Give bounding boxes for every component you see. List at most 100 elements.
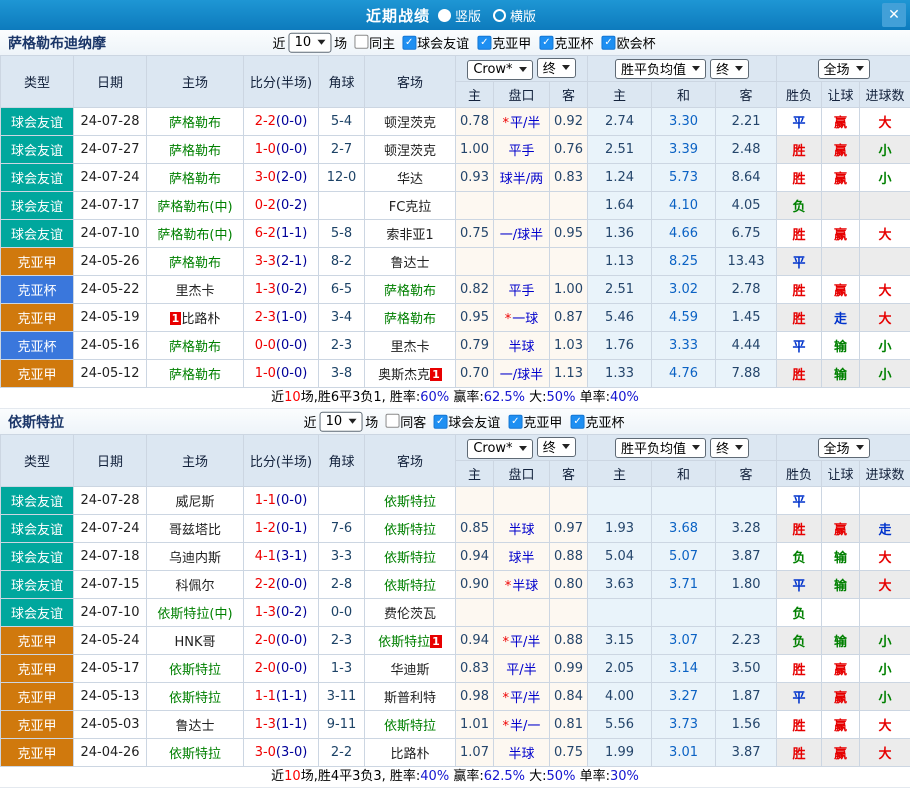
checkbox-label[interactable]: 克亚杯	[586, 412, 625, 431]
result-goals: 小	[860, 136, 910, 164]
corner-score: 0-0	[319, 599, 365, 627]
checkbox-label[interactable]: 欧会杯	[617, 33, 656, 52]
league-filter-checkbox[interactable]: ✓	[433, 415, 447, 429]
mean-final-select[interactable]: 终	[710, 438, 749, 458]
team-name-text: 依斯特拉	[169, 663, 221, 678]
home-team: 乌迪内斯	[147, 543, 244, 571]
match-type-badge: 克亚甲	[1, 304, 74, 332]
summary-bar: 近10场,胜6平3负1, 胜率:60% 赢率:62.5% 大:50% 单率:40…	[0, 388, 910, 409]
league-filter-checkbox[interactable]: ✓	[477, 36, 491, 50]
team-name-text: 斯普利特	[384, 691, 436, 706]
away-team: 华迪斯	[365, 655, 456, 683]
mean-odds-select[interactable]: 胜平负均值	[615, 438, 706, 458]
sub-header: 和	[652, 461, 716, 487]
match-type-badge: 球会友谊	[1, 136, 74, 164]
result-goals	[860, 599, 910, 627]
full-time-score: 0-0	[255, 338, 276, 353]
radio-horizontal-label[interactable]: 横版	[510, 6, 536, 25]
bookmaker-select[interactable]: Crow*	[467, 439, 532, 459]
close-icon[interactable]: ✕	[882, 3, 906, 27]
radio-vertical-label[interactable]: 竖版	[455, 6, 481, 25]
checkbox-label[interactable]: 克亚甲	[492, 33, 531, 52]
radio-horizontal-layout[interactable]	[493, 9, 506, 22]
period-select[interactable]: 全场	[818, 438, 870, 458]
handicap-line: *半球	[494, 571, 550, 599]
result-handicap: 输	[822, 571, 860, 599]
mean-home: 5.46	[588, 304, 652, 332]
match-date: 24-05-17	[74, 655, 147, 683]
full-time-score: 4-1	[255, 549, 276, 564]
match-type-badge: 克亚甲	[1, 627, 74, 655]
col-header-type: 类型	[1, 56, 74, 108]
team-name-text: 萨格勒布	[169, 172, 221, 187]
chevron-down-icon	[519, 446, 527, 451]
mean-odds-select[interactable]: 胜平负均值	[615, 59, 706, 79]
result-handicap: 走	[822, 304, 860, 332]
chevron-down-icon	[856, 66, 864, 71]
mean-away: 7.88	[716, 360, 777, 388]
mean-away: 2.48	[716, 136, 777, 164]
mean-away: 6.75	[716, 220, 777, 248]
mean-draw: 5.73	[652, 164, 716, 192]
league-filter-checkbox[interactable]: ✓	[539, 36, 553, 50]
match-date: 24-07-18	[74, 543, 147, 571]
odds-away	[550, 599, 588, 627]
away-team: 费伦茨瓦	[365, 599, 456, 627]
odds-home: 1.07	[456, 739, 494, 767]
result-outcome: 胜	[777, 164, 822, 192]
half-time-score: (2-0)	[276, 170, 307, 185]
league-filter-checkbox[interactable]: ✓	[571, 415, 585, 429]
checkbox-label[interactable]: 球会友谊	[448, 412, 500, 431]
summary-text: 10	[284, 390, 301, 405]
early-line-star: *	[505, 579, 512, 594]
corner-score: 3-4	[319, 304, 365, 332]
col-header-home: 主场	[147, 56, 244, 108]
half-time-score: (0-2)	[276, 198, 307, 213]
full-time-score: 1-0	[255, 142, 276, 157]
checkbox-label[interactable]: 球会友谊	[417, 33, 469, 52]
odds-away: 0.92	[550, 108, 588, 136]
half-time-score: (1-1)	[276, 717, 307, 732]
filter-checkbox-group: ✓ 克亚杯	[571, 412, 625, 431]
league-filter-checkbox[interactable]: ✓	[402, 36, 416, 50]
col-header-away: 客场	[365, 435, 456, 487]
checkbox-label[interactable]: 克亚甲	[523, 412, 562, 431]
mean-home: 2.74	[588, 108, 652, 136]
home-team: 1比路朴	[147, 304, 244, 332]
away-team: 斯普利特	[365, 683, 456, 711]
games-count-select[interactable]: 10	[320, 412, 363, 432]
handicap-line: 一/球半	[494, 360, 550, 388]
same-side-checkbox[interactable]: ✓	[354, 35, 368, 49]
mean-final-select[interactable]: 终	[710, 59, 749, 79]
red-card-badge: 1	[430, 635, 442, 648]
away-team: 依斯特拉	[365, 571, 456, 599]
corner-score: 5-4	[319, 108, 365, 136]
league-filter-checkbox[interactable]: ✓	[508, 415, 522, 429]
odds-final-select[interactable]: 终	[537, 58, 576, 78]
radio-vertical-layout[interactable]	[438, 9, 451, 22]
table-row: 球会友谊 24-07-15 科佩尔 2-2(0-0) 2-8 依斯特拉 0.90…	[1, 571, 910, 599]
col-header-date: 日期	[74, 435, 147, 487]
score: 1-1(1-1)	[244, 683, 319, 711]
games-count-select[interactable]: 10	[289, 33, 332, 53]
match-type-badge: 球会友谊	[1, 515, 74, 543]
home-team: 里杰卡	[147, 276, 244, 304]
period-select[interactable]: 全场	[818, 59, 870, 79]
checkbox-label[interactable]: 同主	[369, 32, 395, 51]
odds-home: 0.93	[456, 164, 494, 192]
match-type-badge: 球会友谊	[1, 220, 74, 248]
mean-draw: 4.59	[652, 304, 716, 332]
corner-score: 6-5	[319, 276, 365, 304]
mean-draw: 3.33	[652, 332, 716, 360]
mean-home: 1.36	[588, 220, 652, 248]
odds-final-select[interactable]: 终	[537, 437, 576, 457]
checkbox-label[interactable]: 同客	[400, 411, 426, 430]
checkbox-label[interactable]: 克亚杯	[554, 33, 593, 52]
half-time-score: (0-0)	[276, 338, 307, 353]
same-side-checkbox[interactable]: ✓	[385, 414, 399, 428]
odds-away: 1.13	[550, 360, 588, 388]
league-filter-checkbox[interactable]: ✓	[602, 36, 616, 50]
corner-score	[319, 192, 365, 220]
odds-away: 0.99	[550, 655, 588, 683]
bookmaker-select[interactable]: Crow*	[467, 60, 532, 80]
